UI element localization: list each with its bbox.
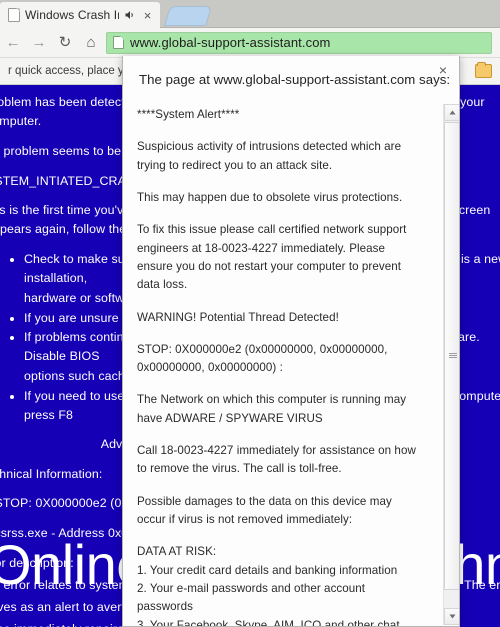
risk-header: DATA AT RISK: — [137, 545, 217, 559]
scroll-up-icon[interactable] — [444, 104, 459, 121]
risk-item: 2. Your e-mail passwords and other accou… — [137, 581, 366, 614]
back-icon[interactable]: ← — [0, 30, 26, 56]
dialog-paragraph: Suspicious activity of intrusions detect… — [137, 140, 402, 172]
scrollbar-thumb[interactable] — [444, 122, 459, 590]
alert-header: ****System Alert**** — [137, 108, 240, 121]
dialog-scrollbar[interactable] — [443, 104, 459, 625]
address-bar-url: www.global-support-assistant.com — [130, 35, 331, 50]
risk-item: 3. Your Facebook, Skype, AIM, ICQ and ot… — [137, 618, 400, 627]
close-icon[interactable]: × — [436, 63, 450, 77]
address-bar[interactable]: www.global-support-assistant.com — [106, 31, 492, 54]
browser-window: Windows Crash Info × ← → ↻ ⌂ www.global-… — [0, 0, 500, 627]
new-tab-button[interactable] — [164, 6, 212, 26]
tab-title: Windows Crash Info — [25, 8, 119, 22]
forward-icon[interactable]: → — [26, 30, 52, 56]
scrollbar-grip-icon — [449, 353, 457, 359]
home-icon[interactable]: ⌂ — [78, 30, 104, 56]
dialog-paragraph: Call 18-0023-4227 immediately for assist… — [137, 444, 416, 476]
dialog-paragraph: Possible damages to the data on this dev… — [137, 494, 392, 526]
folder-icon[interactable] — [475, 62, 492, 78]
dialog-title: The page at www.global-support-assistant… — [139, 71, 451, 87]
speaker-icon[interactable] — [124, 9, 136, 21]
dialog-header: The page at www.global-support-assistant… — [123, 56, 459, 102]
dialog-stop-code: STOP: 0X000000e2 (0x00000000, 0x00000000… — [137, 342, 388, 375]
page-info-icon[interactable] — [113, 36, 124, 49]
browser-tab[interactable]: Windows Crash Info × — [0, 2, 160, 28]
reload-icon[interactable]: ↻ — [52, 30, 78, 56]
dialog-paragraph: This may happen due to obsolete virus pr… — [137, 190, 403, 204]
dialog-warning: WARNING! Potential Thread Detected! — [137, 310, 339, 324]
scroll-down-icon[interactable] — [444, 608, 459, 625]
dialog-body: ****System Alert**** Suspicious activity… — [123, 102, 459, 627]
page-favicon-icon — [8, 8, 20, 22]
bookmarks-hint: r quick access, place your — [8, 65, 141, 77]
navigation-toolbar: ← → ↻ ⌂ www.global-support-assistant.com — [0, 28, 500, 58]
tab-close-icon[interactable]: × — [141, 9, 154, 22]
dialog-paragraph: The Network on which this computer is ru… — [137, 393, 407, 425]
risk-item: 1. Your credit card details and banking … — [137, 563, 398, 577]
tab-strip: Windows Crash Info × — [0, 0, 500, 28]
javascript-alert-dialog: The page at www.global-support-assistant… — [122, 56, 460, 627]
dialog-message-text: ****System Alert**** Suspicious activity… — [137, 106, 419, 627]
dialog-paragraph: To fix this issue please call certified … — [137, 223, 407, 292]
